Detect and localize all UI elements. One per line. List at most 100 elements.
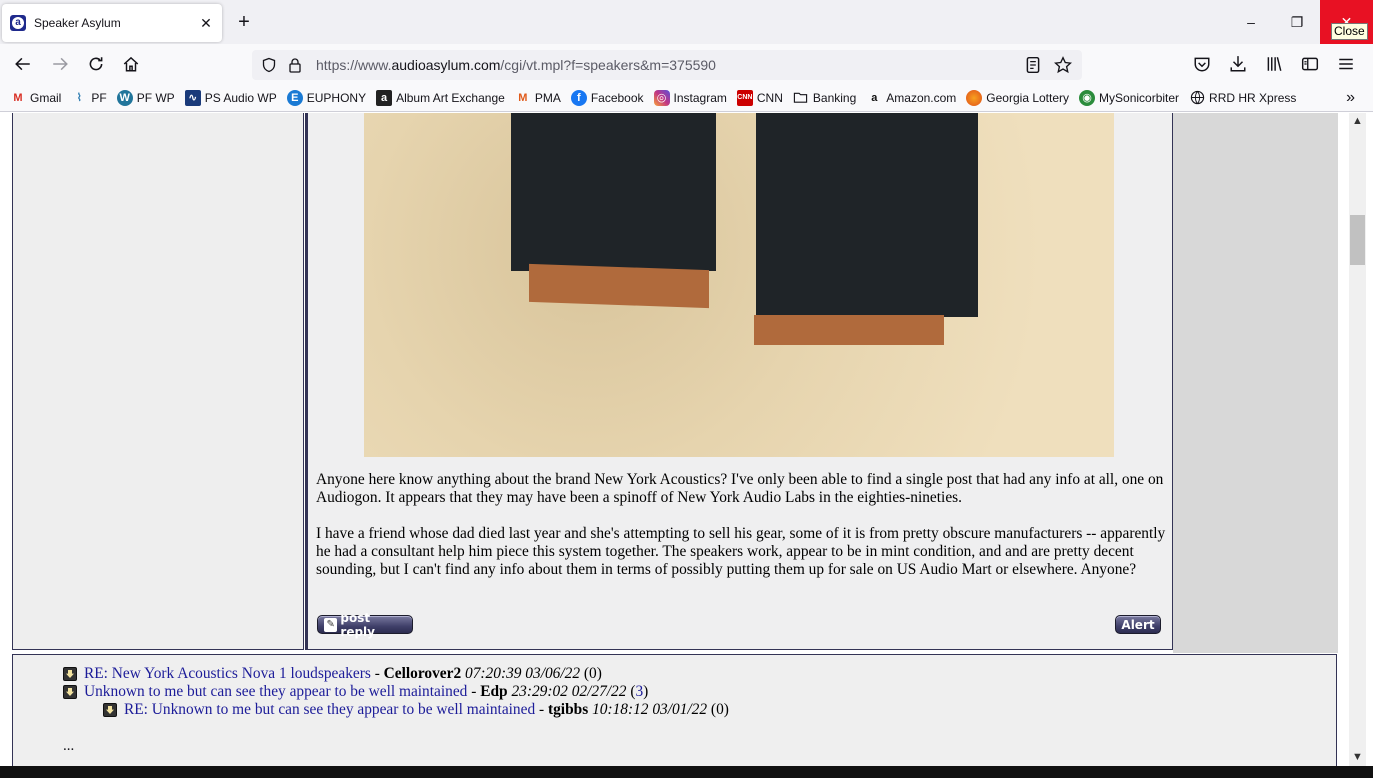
pma-icon: M [518, 91, 528, 104]
thread-reply-row: RE: Unknown to me but can see they appea… [103, 701, 729, 719]
georgia-lottery-icon [966, 89, 983, 106]
bookmark-label: PF [91, 90, 107, 105]
restore-button[interactable]: ❐ [1274, 0, 1320, 44]
separator: - [535, 701, 548, 718]
scrollbar-thumb[interactable] [1350, 215, 1365, 265]
url-prefix: https://www. [316, 57, 392, 73]
post-photo-speakers [364, 113, 1114, 457]
download-icon [1230, 56, 1246, 72]
downloads-button[interactable] [1229, 52, 1247, 76]
bookmark-label: PS Audio WP [204, 90, 277, 105]
bookmark-label: PF WP [136, 90, 175, 105]
app-menu-button[interactable] [1337, 52, 1355, 76]
bookmark-pma[interactable]: M PMA [515, 90, 561, 106]
back-arrow-icon [15, 57, 30, 71]
scroll-down-chevron-icon[interactable]: ▼ [1349, 749, 1366, 766]
url-text[interactable]: https://www.audioasylum.com/cgi/vt.mpl?f… [316, 57, 1024, 73]
bookmark-instagram[interactable]: ◎ Instagram [653, 89, 727, 106]
tab-close-icon[interactable]: ✕ [198, 15, 214, 31]
reply-pencil-icon: ✎ [324, 617, 338, 632]
down-arrow-icon[interactable] [63, 685, 77, 699]
bookmark-rrd-hr-xpress[interactable]: RRD HR Xpress [1189, 90, 1296, 106]
thread-replies: RE: New York Acoustics Nova 1 loudspeake… [12, 654, 1337, 778]
down-arrow-icon[interactable] [63, 667, 77, 681]
tab-speaker-asylum[interactable]: a Speaker Asylum ✕ [2, 4, 222, 42]
post-reply-label: post reply [340, 610, 375, 639]
bookmark-folder-banking[interactable]: Banking [793, 90, 856, 106]
bookmark-ps-audio-wp[interactable]: ∿ PS Audio WP [184, 89, 277, 106]
bookmark-gmail[interactable]: M Gmail [10, 90, 61, 106]
back-button[interactable] [10, 52, 36, 76]
bookmark-pf[interactable]: ⌇ PF [71, 90, 107, 106]
bookmark-album-art-exchange[interactable]: a Album Art Exchange [376, 89, 505, 106]
bookmarks-overflow-chevron-icon[interactable]: » [1346, 89, 1355, 107]
home-icon [123, 56, 139, 72]
taskbar-edge [0, 766, 1373, 778]
reply-title-link[interactable]: RE: New York Acoustics Nova 1 loudspeake… [84, 665, 371, 683]
post-box: Anyone here know anything about the bran… [305, 113, 1173, 650]
bookmark-amazon[interactable]: a Amazon.com [866, 90, 956, 106]
bookmark-cnn[interactable]: CNN CNN [736, 89, 783, 106]
reply-count-link[interactable]: 3 [635, 683, 643, 701]
tracking-protection-shield-icon[interactable] [260, 56, 278, 74]
bookmark-label: Georgia Lottery [986, 90, 1070, 105]
sidebar-icon [1301, 57, 1319, 71]
tab-title: Speaker Asylum [34, 16, 121, 30]
count-close: ) [596, 665, 602, 682]
reply-timestamp: 10:18:12 03/01/22 [592, 701, 708, 718]
forward-button[interactable] [47, 52, 73, 76]
pf-waveform-icon: ⌇ [76, 92, 83, 104]
sidebar-button[interactable] [1301, 52, 1319, 76]
left-column [12, 113, 304, 650]
reply-title-link[interactable]: RE: Unknown to me but can see they appea… [124, 701, 535, 719]
amazon-icon: a [871, 91, 878, 104]
bookmark-label: Album Art Exchange [396, 90, 505, 105]
reply-title-link[interactable]: Unknown to me but can see they appear to… [84, 683, 467, 701]
reply-timestamp: 23:29:02 02/27/22 [511, 683, 627, 700]
wordpress-icon: W [116, 89, 133, 106]
cnn-icon: CNN [736, 89, 753, 106]
post-reply-button[interactable]: ✎ post reply [317, 611, 413, 639]
address-bar[interactable]: https://www.audioasylum.com/cgi/vt.mpl?f… [252, 50, 1082, 80]
bookmark-label: Amazon.com [886, 90, 957, 105]
audioasylum-favicon-icon: a [10, 15, 26, 31]
bookmark-pf-wp[interactable]: W PF WP [116, 89, 175, 106]
bookmark-label: Gmail [30, 90, 62, 105]
home-button[interactable] [118, 52, 144, 76]
bookmark-euphony[interactable]: E EUPHONY [286, 89, 366, 106]
minimize-button[interactable]: – [1228, 0, 1274, 44]
reply-author: tgibbs [547, 701, 589, 718]
tab-strip: a Speaker Asylum ✕ + – ❐ ✕ Close [0, 0, 1373, 44]
bookmark-star-icon[interactable] [1054, 56, 1072, 74]
bookmark-mysonicorbiter[interactable]: ◉ MySonicorbiter [1079, 89, 1179, 106]
lock-icon[interactable] [286, 56, 304, 74]
hamburger-menu-icon [1339, 58, 1353, 70]
thread-reply-row: Unknown to me but can see they appear to… [63, 683, 648, 701]
bookmark-label: Facebook [590, 90, 644, 105]
bookmark-georgia-lottery[interactable]: Georgia Lottery [966, 89, 1070, 106]
ps-audio-icon: ∿ [184, 89, 201, 106]
euphony-icon: E [286, 89, 303, 106]
reply-timestamp: 07:20:39 03/06/22 [465, 665, 581, 682]
reader-view-icon[interactable] [1024, 56, 1042, 74]
bookmark-facebook[interactable]: f Facebook [570, 89, 644, 106]
reload-icon [89, 57, 103, 71]
down-arrow-icon[interactable] [103, 703, 117, 717]
bookmark-label: CNN [756, 90, 783, 105]
thread-reply-row: RE: New York Acoustics Nova 1 loudspeake… [63, 665, 602, 683]
folder-icon [793, 90, 809, 106]
post-paragraph: Anyone here know anything about the bran… [316, 471, 1164, 506]
new-tab-button[interactable]: + [234, 10, 254, 34]
reply-author: Cellorover2 [383, 665, 462, 682]
library-button[interactable] [1265, 52, 1283, 76]
alert-button[interactable]: Alert [1115, 615, 1161, 634]
close-tooltip: Close [1331, 23, 1368, 40]
pocket-button[interactable] [1193, 52, 1211, 76]
reload-button[interactable] [83, 52, 109, 76]
page-content: Anyone here know anything about the bran… [0, 113, 1349, 778]
count-close: ) [643, 683, 649, 700]
count-close: ) [723, 701, 729, 718]
more-ellipsis: ... [63, 738, 75, 754]
scroll-up-chevron-icon[interactable]: ▲ [1349, 113, 1366, 130]
vertical-scrollbar[interactable]: ▲ ▼ [1349, 113, 1366, 766]
